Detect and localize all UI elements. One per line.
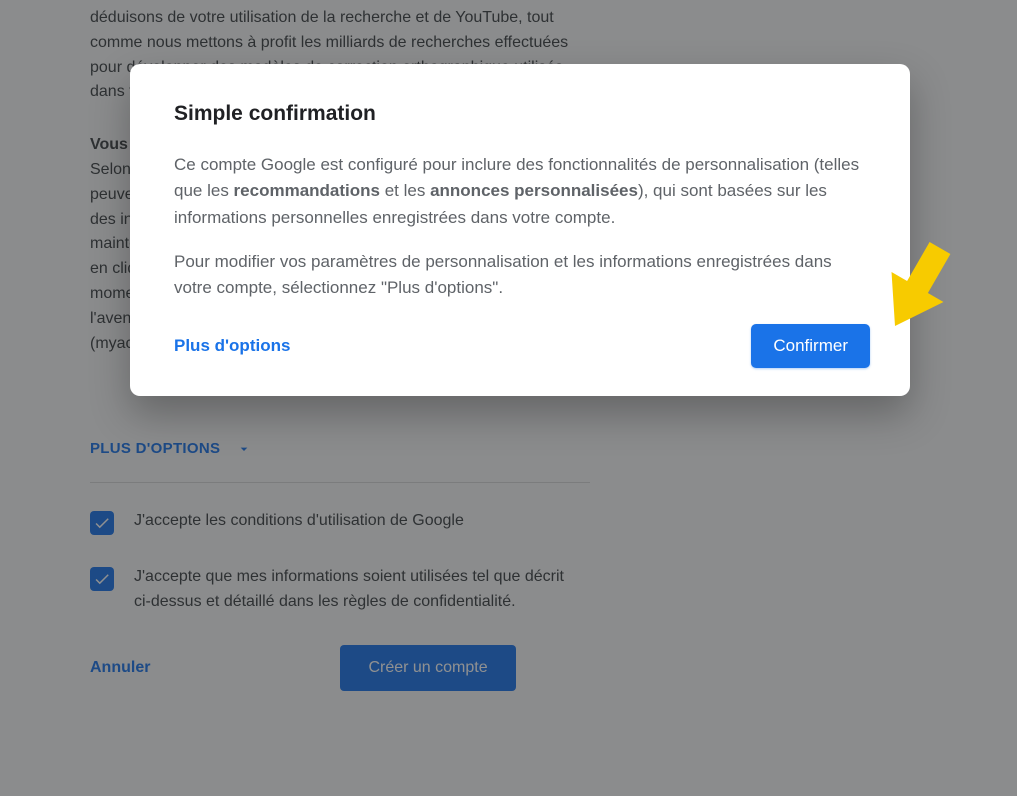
dialog-title: Simple confirmation	[174, 102, 870, 126]
confirm-button[interactable]: Confirmer	[751, 324, 870, 368]
dialog-paragraph-2: Pour modifier vos paramètres de personna…	[174, 249, 870, 302]
dialog-actions: Plus d'options Confirmer	[174, 324, 870, 368]
dialog-paragraph-1: Ce compte Google est configuré pour incl…	[174, 152, 870, 231]
more-options-link[interactable]: Plus d'options	[174, 336, 290, 356]
confirmation-dialog: Simple confirmation Ce compte Google est…	[130, 64, 910, 396]
dialog-body: Ce compte Google est configuré pour incl…	[174, 152, 870, 302]
